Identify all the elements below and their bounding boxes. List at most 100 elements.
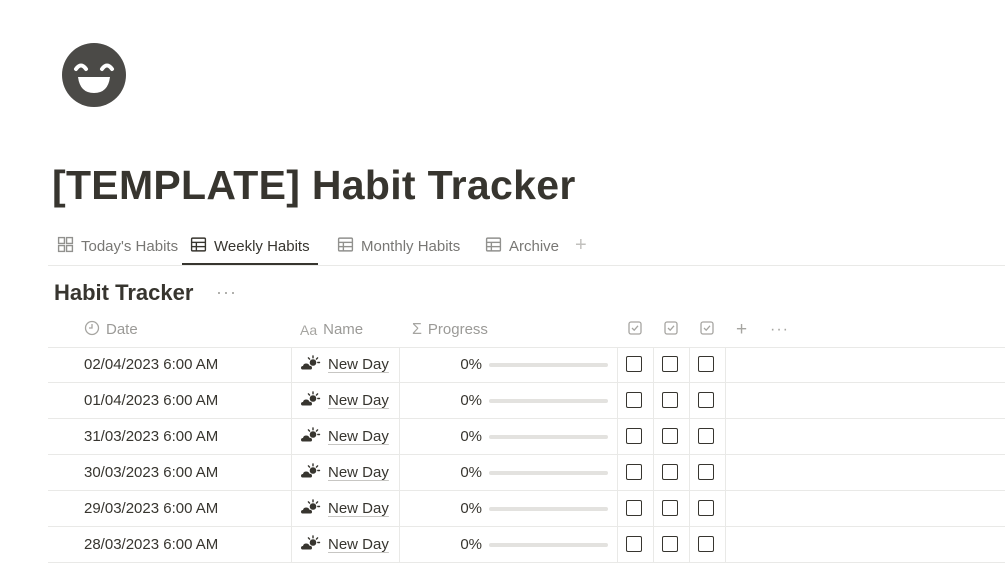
habit-checkbox[interactable] [698,464,714,480]
date-cell[interactable]: 01/04/2023 6:00 AM [84,383,218,418]
table-row[interactable]: 31/03/2023 6:00 AM New Day 0% [48,419,1005,455]
column-divider [689,491,690,527]
tab-archive[interactable]: Archive [485,228,559,264]
column-header-progress[interactable]: Σ Progress [412,312,488,347]
habit-checkbox[interactable] [626,356,642,372]
table-icon [337,236,354,257]
page-link[interactable]: New Day [328,356,389,373]
habit-checkbox[interactable] [626,500,642,516]
name-cell[interactable]: New Day [300,455,389,490]
habit-checkbox[interactable] [662,356,678,372]
column-divider [399,419,400,455]
column-header-date[interactable]: Date [84,312,138,347]
column-divider [653,419,654,455]
column-divider [291,347,292,383]
table-row[interactable]: 02/04/2023 6:00 AM New Day 0% [48,347,1005,383]
column-divider [653,347,654,383]
habit-checkbox[interactable] [698,500,714,516]
notion-page: [TEMPLATE] Habit Tracker Today's Habits … [0,0,1005,563]
sun-behind-cloud-icon [300,426,322,447]
progress-percent: 0% [460,500,482,517]
sun-behind-cloud-icon [300,498,322,519]
column-divider [291,455,292,491]
table-row[interactable]: 01/04/2023 6:00 AM New Day 0% [48,383,1005,419]
column-header-name[interactable]: Aa Name [300,312,363,347]
page-link[interactable]: New Day [328,536,389,553]
habit-checkbox[interactable] [698,392,714,408]
page-title[interactable]: [TEMPLATE] Habit Tracker [52,162,576,209]
habit-checkbox[interactable] [698,428,714,444]
column-divider [689,347,690,383]
column-divider [725,527,726,563]
table-row[interactable]: 28/03/2023 6:00 AM New Day 0% [48,527,1005,563]
column-divider [399,383,400,419]
column-header-check-3[interactable] [699,312,715,347]
habit-checkbox[interactable] [662,464,678,480]
formula-icon: Σ [412,320,422,338]
page-link[interactable]: New Day [328,500,389,517]
habit-checkbox[interactable] [626,464,642,480]
name-cell[interactable]: New Day [300,491,389,526]
name-cell[interactable]: New Day [300,527,389,562]
date-cell[interactable]: 29/03/2023 6:00 AM [84,491,218,526]
database-title[interactable]: Habit Tracker [54,280,193,306]
column-divider [399,455,400,491]
column-divider [689,527,690,563]
progress-bar [489,399,608,403]
habit-checkbox[interactable] [662,536,678,552]
column-divider [399,527,400,563]
name-cell[interactable]: New Day [300,419,389,454]
column-divider [653,455,654,491]
grinning-face-icon[interactable] [62,43,126,107]
column-divider [617,491,618,527]
name-cell[interactable]: New Day [300,383,389,418]
column-divider [689,383,690,419]
column-divider [617,527,618,563]
habit-checkbox[interactable] [626,428,642,444]
habit-checkbox[interactable] [626,392,642,408]
add-property-icon[interactable]: + [736,312,747,347]
sun-behind-cloud-icon [300,534,322,555]
column-header-check-1[interactable] [627,312,643,347]
tab-label: Weekly Habits [214,237,310,255]
habit-checkbox[interactable] [662,392,678,408]
column-divider [725,419,726,455]
sun-behind-cloud-icon [300,390,322,411]
add-view-icon[interactable]: + [575,233,587,257]
tab-todays-habits[interactable]: Today's Habits [57,228,178,264]
more-properties-icon[interactable]: ··· [770,312,789,347]
clock-icon [84,320,100,340]
tab-monthly-habits[interactable]: Monthly Habits [337,228,460,264]
column-divider [399,491,400,527]
progress-percent: 0% [460,464,482,481]
column-divider [617,383,618,419]
table-header: Date Aa Name Σ Progress + ··· [48,312,1005,348]
tab-label: Archive [509,237,560,255]
database-more-icon[interactable]: ··· [216,282,237,303]
column-divider [291,419,292,455]
table-row[interactable]: 29/03/2023 6:00 AM New Day 0% [48,491,1005,527]
habit-checkbox[interactable] [698,356,714,372]
table-row[interactable]: 30/03/2023 6:00 AM New Day 0% [48,455,1005,491]
habit-checkbox[interactable] [662,500,678,516]
column-divider [689,419,690,455]
date-cell[interactable]: 31/03/2023 6:00 AM [84,419,218,454]
date-cell[interactable]: 28/03/2023 6:00 AM [84,527,218,562]
habit-checkbox[interactable] [698,536,714,552]
page-link[interactable]: New Day [328,428,389,445]
column-header-check-2[interactable] [663,312,679,347]
column-divider [725,491,726,527]
column-divider [725,455,726,491]
page-link[interactable]: New Day [328,392,389,409]
habit-checkbox[interactable] [626,536,642,552]
name-cell[interactable]: New Day [300,347,389,382]
column-divider [689,455,690,491]
table-icon [190,236,207,257]
page-link[interactable]: New Day [328,464,389,481]
tab-weekly-habits[interactable]: Weekly Habits [182,228,318,265]
view-tabs: Today's Habits Weekly Habits Monthly Hab… [48,228,1005,266]
date-cell[interactable]: 02/04/2023 6:00 AM [84,347,218,382]
progress-bar [489,507,608,511]
date-cell[interactable]: 30/03/2023 6:00 AM [84,455,218,490]
habit-checkbox[interactable] [662,428,678,444]
